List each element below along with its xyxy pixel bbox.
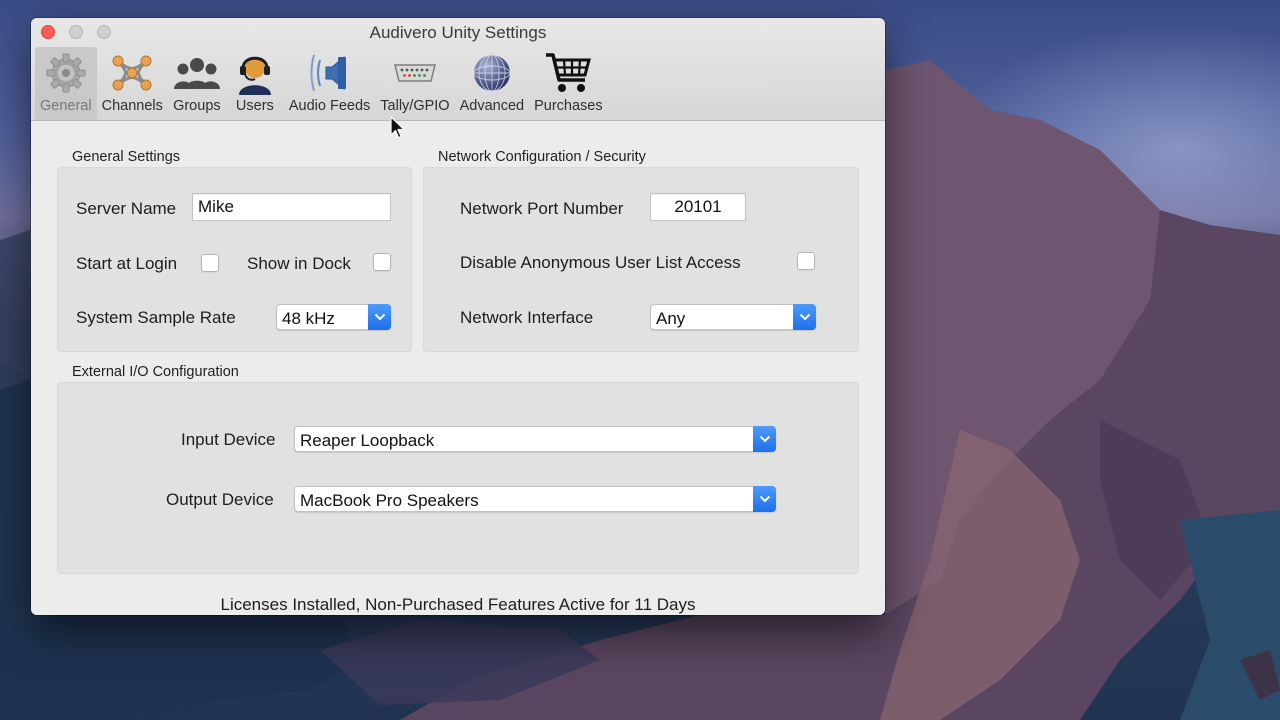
groups-icon [173, 50, 221, 96]
tab-groups[interactable]: Groups [168, 47, 226, 120]
sample-rate-value: 48 kHz [282, 309, 335, 328]
input-device-popup[interactable]: Reaper Loopback [294, 426, 776, 452]
chevron-down-icon [753, 426, 776, 452]
show-in-dock-label: Show in Dock [247, 254, 351, 273]
tab-tally-gpio-label: Tally/GPIO [380, 98, 450, 114]
chevron-down-icon [793, 304, 816, 330]
general-settings-title: General Settings [72, 149, 181, 165]
external-io-group: Input Device Reaper Loopback Output Devi… [57, 382, 859, 574]
mouse-pointer-icon [390, 116, 405, 139]
input-device-label: Input Device [181, 430, 276, 449]
general-settings-group: Server Name Mike Start at Login Show in … [57, 167, 412, 352]
tab-audio-feeds-label: Audio Feeds [288, 98, 371, 114]
tab-users-label: Users [235, 98, 274, 114]
sample-rate-label: System Sample Rate [76, 308, 236, 327]
output-device-popup[interactable]: MacBook Pro Speakers [294, 486, 776, 512]
anonymous-access-label: Disable Anonymous User List Access [460, 253, 741, 272]
license-status-text: Licenses Installed, Non-Purchased Featur… [220, 595, 696, 614]
tab-tally-gpio[interactable]: Tally/GPIO [375, 47, 454, 120]
speaker-icon [306, 50, 354, 96]
input-device-value: Reaper Loopback [300, 431, 435, 450]
tab-general-label: General [40, 98, 92, 114]
headset-user-icon [231, 50, 279, 96]
general-pane: General Settings Server Name Mike Start … [31, 122, 885, 615]
external-io-title: External I/O Configuration [72, 364, 239, 380]
sample-rate-popup[interactable]: 48 kHz [276, 304, 391, 330]
output-device-label: Output Device [166, 490, 274, 509]
show-in-dock-checkbox[interactable] [373, 253, 391, 271]
channels-icon [108, 50, 156, 96]
port-number-field[interactable]: 20101 [650, 193, 746, 221]
network-interface-value: Any [656, 309, 686, 328]
tab-audio-feeds[interactable]: Audio Feeds [284, 47, 375, 120]
tab-users[interactable]: Users [226, 47, 284, 120]
chevron-down-icon [368, 304, 391, 330]
network-config-title: Network Configuration / Security [438, 149, 646, 165]
network-interface-popup[interactable]: Any [650, 304, 816, 330]
tab-purchases[interactable]: Purchases [529, 47, 608, 120]
globe-icon [468, 50, 516, 96]
preferences-toolbar: General Channels Groups Users Audio Feed… [35, 47, 608, 120]
server-name-field[interactable]: Mike [192, 193, 391, 221]
server-name-label: Server Name [76, 199, 177, 218]
output-device-value: MacBook Pro Speakers [300, 491, 479, 510]
tab-purchases-label: Purchases [534, 98, 603, 114]
gear-icon [42, 50, 90, 96]
port-number-label: Network Port Number [460, 199, 624, 218]
cart-icon [544, 50, 592, 96]
anonymous-access-checkbox[interactable] [797, 252, 815, 270]
network-interface-label: Network Interface [460, 308, 594, 327]
tab-general[interactable]: General [35, 47, 97, 120]
tab-advanced[interactable]: Advanced [455, 47, 530, 120]
start-at-login-label: Start at Login [76, 254, 178, 273]
tab-channels-label: Channels [101, 98, 163, 114]
tab-advanced-label: Advanced [459, 98, 525, 114]
tab-groups-label: Groups [173, 98, 221, 114]
window-title: Audivero Unity Settings [369, 23, 547, 42]
tab-channels[interactable]: Channels [97, 47, 168, 120]
start-at-login-checkbox[interactable] [201, 254, 219, 272]
chevron-down-icon [753, 486, 776, 512]
connector-icon [391, 50, 439, 96]
title-bar: Audivero Unity Settings General Channels… [31, 18, 885, 121]
network-config-group: Network Port Number 20101 Disable Anonym… [423, 167, 859, 352]
settings-window: Audivero Unity Settings General Channels… [31, 18, 885, 615]
